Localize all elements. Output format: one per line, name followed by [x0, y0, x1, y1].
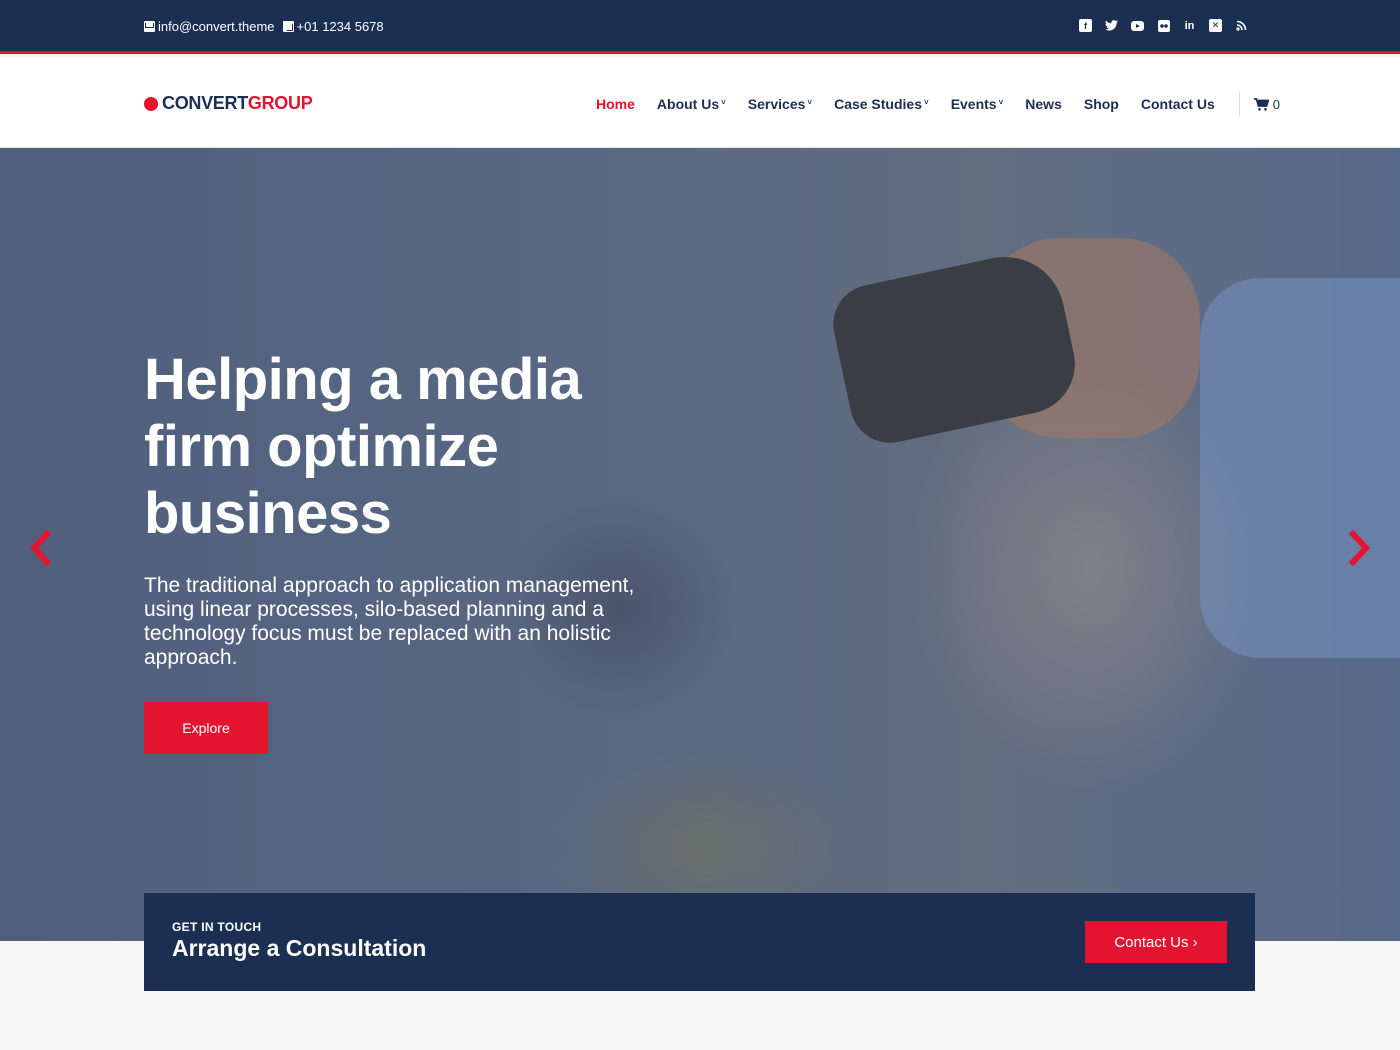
cta-kicker: GET IN TOUCH	[172, 920, 262, 934]
nav-item-services[interactable]: Services ˅	[748, 96, 812, 112]
phone-text: +01 1234 5678	[296, 19, 384, 34]
linkedin-icon[interactable]: in	[1183, 19, 1196, 32]
phone-icon	[282, 21, 294, 32]
explore-button[interactable]: Explore	[144, 702, 268, 754]
shopping-cart-icon	[1253, 97, 1269, 111]
cart-button[interactable]: 0	[1253, 96, 1280, 112]
hero-slider: Helping a media firm optimize business T…	[0, 148, 1400, 941]
cart-count: 0	[1272, 96, 1280, 112]
social-links: f in ✕	[1079, 19, 1248, 32]
nav-item-home[interactable]: Home	[596, 96, 635, 112]
chevron-down-icon: ˅	[924, 97, 929, 107]
nav-item-case-studies[interactable]: Case Studies ˅	[834, 96, 929, 112]
xing-icon[interactable]: ✕	[1209, 19, 1222, 32]
slider-next-arrow-icon[interactable]	[1347, 528, 1373, 568]
nav-divider	[1238, 92, 1240, 116]
brand-part-2: GROUP	[247, 93, 313, 113]
consultation-banner: GET IN TOUCH Arrange a Consultation Cont…	[144, 893, 1255, 991]
hero-content: Helping a media firm optimize business T…	[144, 346, 704, 754]
youtube-icon[interactable]	[1131, 19, 1144, 32]
nav-item-events[interactable]: Events ˅	[951, 96, 1004, 112]
facebook-icon[interactable]: f	[1079, 19, 1092, 32]
chevron-down-icon: ˅	[998, 97, 1004, 107]
rss-icon[interactable]	[1235, 19, 1248, 32]
brand-logo[interactable]: CONVERT GROUP	[144, 93, 313, 114]
hero-background-image	[1200, 278, 1400, 658]
twitter-icon[interactable]	[1105, 19, 1118, 32]
email-text: info@convert.theme	[158, 19, 275, 34]
hero-title: Helping a media firm optimize business	[144, 347, 582, 546]
envelope-icon	[144, 21, 155, 32]
phone-link[interactable]: +01 1234 5678	[282, 19, 384, 34]
nav-item-shop[interactable]: Shop	[1084, 96, 1119, 112]
nav-item-contact-us[interactable]: Contact Us	[1141, 96, 1215, 112]
nav-item-news[interactable]: News	[1025, 96, 1062, 112]
main-nav: Home About Us ˅ Services ˅ Case Studies ˅ E…	[596, 92, 1280, 116]
cta-title: Arrange a Consultation	[172, 935, 427, 961]
chevron-down-icon: ˅	[807, 97, 813, 107]
top-bar: info@convert.theme +01 1234 5678 f in ✕	[0, 0, 1400, 54]
contact-info: info@convert.theme +01 1234 5678	[144, 19, 384, 34]
logo-dot-icon	[144, 96, 158, 111]
flickr-icon[interactable]	[1157, 19, 1170, 32]
slider-prev-arrow-icon[interactable]	[27, 528, 53, 568]
site-header: CONVERT GROUP Home About Us ˅ Services ˅ Ca…	[0, 57, 1400, 148]
contact-us-button[interactable]: Contact Us ›	[1085, 921, 1227, 963]
email-link[interactable]: info@convert.theme	[144, 19, 275, 34]
nav-item-about-us[interactable]: About Us ˅	[657, 96, 726, 112]
brand-part-1: CONVERT	[162, 93, 248, 113]
chevron-down-icon: ˅	[721, 97, 726, 107]
hero-subtitle: The traditional approach to application …	[144, 574, 635, 669]
